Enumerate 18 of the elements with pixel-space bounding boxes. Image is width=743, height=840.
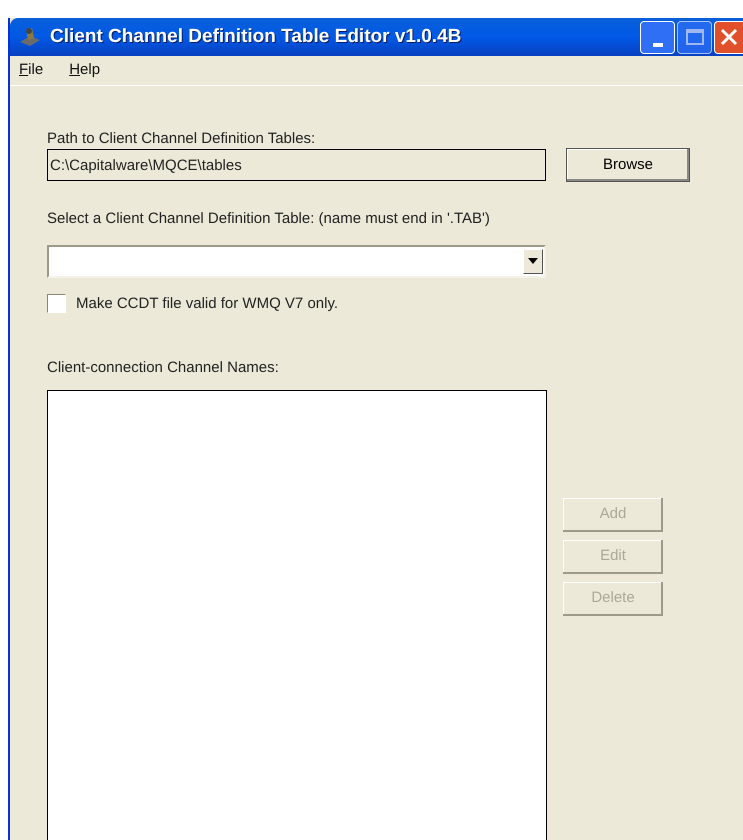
close-icon [720, 28, 738, 46]
menu-item[interactable]: Help [63, 59, 106, 82]
table-select-label: Select a Client Channel Definition Table: (name must end in '.TAB') [47, 209, 491, 229]
window-title: Client Channel Definition Table Editor v1.0.4B [50, 24, 462, 49]
maximize-icon [686, 29, 704, 45]
path-label: Path to Client Channel Definition Tables: [47, 129, 316, 149]
v7-checkbox[interactable] [47, 294, 66, 314]
browse-button[interactable]: Browse [566, 148, 690, 182]
minimize-button[interactable] [640, 20, 675, 54]
table-dropdown[interactable] [47, 244, 546, 278]
menu-item[interactable]: File [13, 59, 50, 82]
app-icon [18, 26, 42, 48]
path-field[interactable]: C:\Capitalware\MQCE\tables [47, 149, 546, 181]
channel-list-label: Client-connection Channel Names: [47, 358, 280, 378]
v7-checkbox-label: Make CCDT file valid for WMQ V7 only. [76, 294, 338, 314]
minimize-icon [652, 42, 662, 46]
maximize-button[interactable] [677, 20, 712, 54]
close-button[interactable] [714, 20, 743, 54]
